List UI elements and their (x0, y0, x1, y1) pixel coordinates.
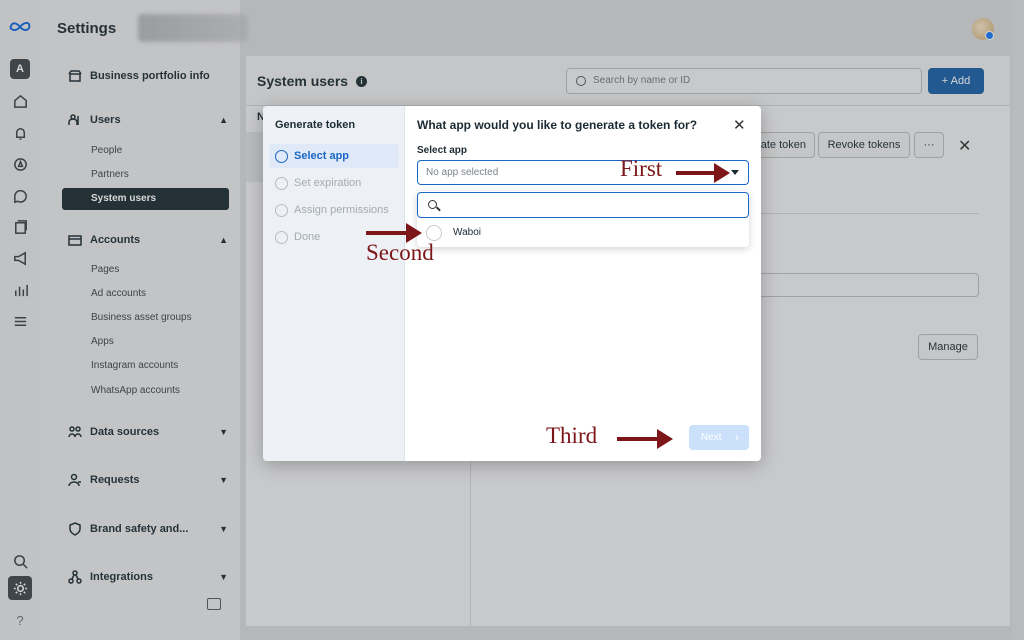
app-option-waboi[interactable]: Waboi (417, 221, 749, 245)
steps-panel: Generate token Select app Set expiration… (263, 106, 405, 461)
step-label: Select app (294, 150, 350, 162)
arrow-third-icon (617, 429, 673, 449)
radio-button[interactable] (426, 225, 442, 241)
annotation-second: Second (366, 240, 434, 265)
step-assign-permissions: Assign permissions (269, 198, 399, 222)
step-label: Assign permissions (294, 204, 389, 216)
step-circle-icon (275, 176, 288, 190)
step-select-app[interactable]: Select app (269, 144, 399, 168)
arrow-second-icon (366, 223, 422, 243)
steps-title: Generate token (275, 119, 356, 131)
step-circle-icon (275, 203, 288, 217)
step-set-expiration: Set expiration (269, 171, 399, 195)
next-label: Next (701, 432, 722, 443)
select-app-label: Select app (417, 145, 468, 156)
step-label: Set expiration (294, 177, 362, 189)
annotation-first: First (620, 156, 663, 181)
chevron-right-icon: › (735, 430, 739, 444)
app-dropdown-menu: Waboi (417, 191, 749, 247)
app-option-label: Waboi (453, 227, 481, 238)
search-icon (428, 200, 437, 209)
step-label: Done (294, 231, 321, 243)
next-button[interactable]: Next › (689, 425, 749, 450)
generate-token-dialog: Generate token Select app Set expiration… (263, 106, 761, 461)
step-circle-icon (275, 230, 288, 244)
close-icon[interactable]: ✕ (733, 116, 746, 134)
arrow-first-icon (676, 163, 730, 183)
dropdown-search-input[interactable] (417, 192, 749, 218)
dialog-title: What app would you like to generate a to… (417, 118, 698, 132)
select-placeholder: No app selected (426, 167, 499, 178)
caret-down-icon (731, 170, 739, 175)
annotation-third: Third (546, 423, 598, 448)
step-circle-icon (275, 149, 288, 163)
